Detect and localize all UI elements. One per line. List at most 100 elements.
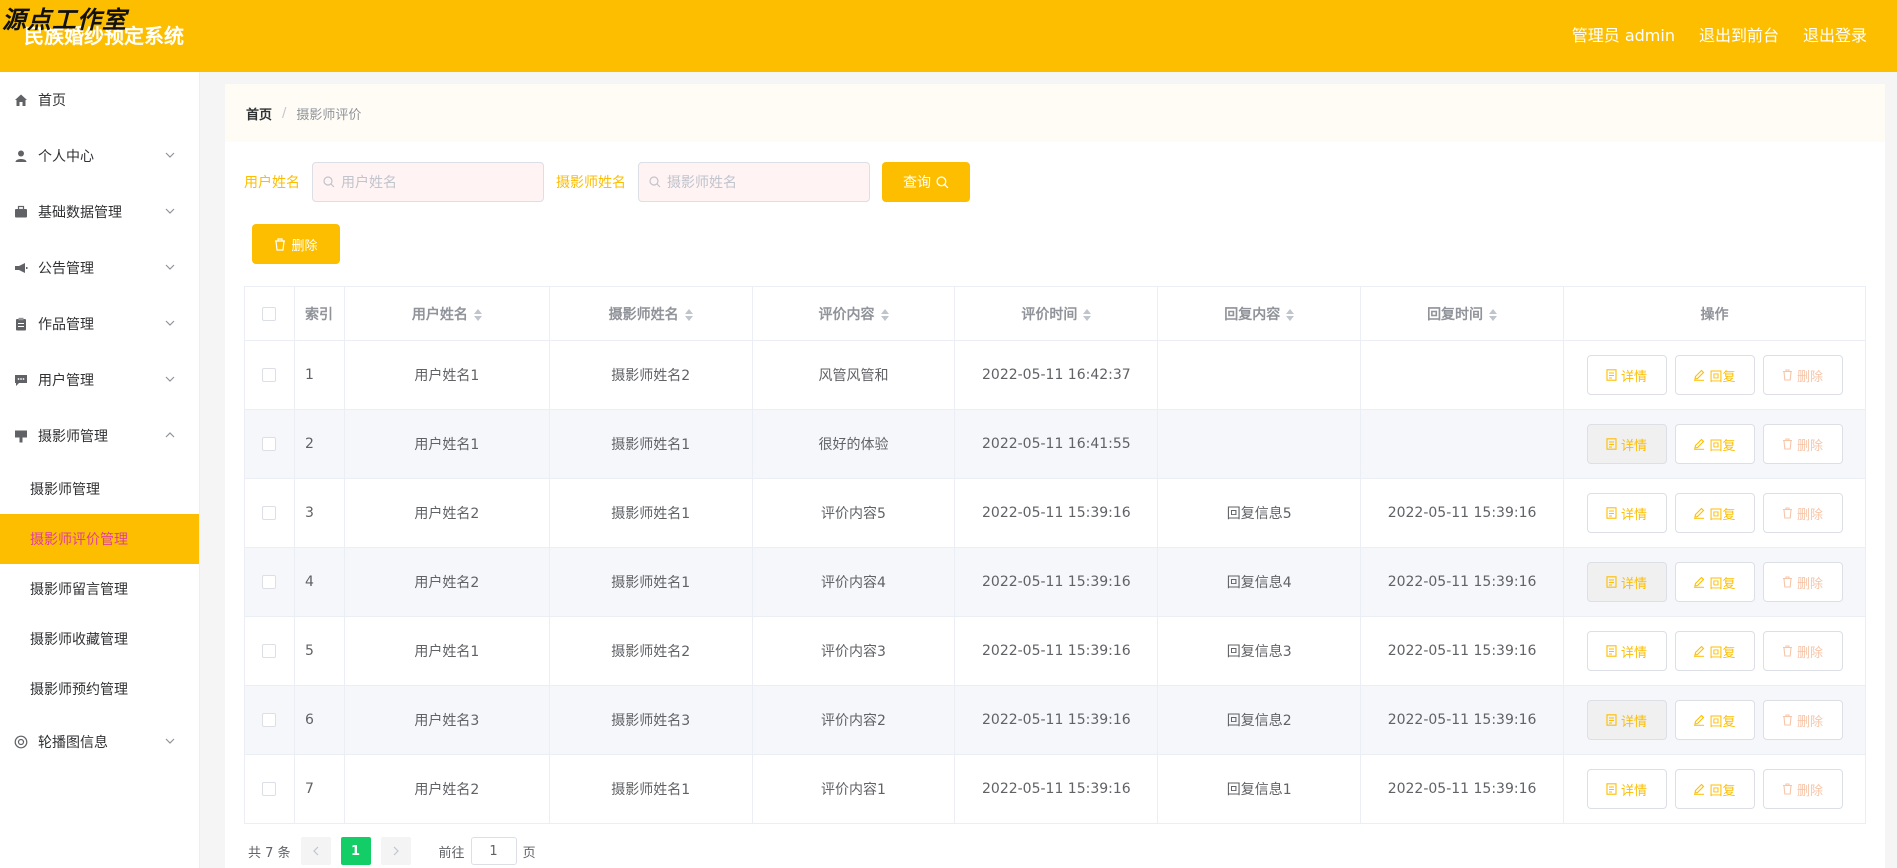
sidebar-item-personal[interactable]: 个人中心 [0, 128, 199, 184]
sort-icon[interactable] [473, 308, 482, 321]
column-header-ops: 操作 [1563, 286, 1866, 341]
clipboard-icon [14, 317, 28, 331]
photographer-name-input[interactable]: 摄影师姓名 [638, 162, 870, 202]
sidebar-item-users[interactable]: 用户管理 [0, 352, 199, 408]
query-button[interactable]: 查询 [882, 162, 970, 202]
reply-button[interactable]: 回复 [1674, 700, 1755, 740]
delete-label: 删除 [1796, 645, 1823, 661]
sidebar-item-photographer[interactable]: 摄影师管理 [0, 408, 199, 464]
detail-button[interactable]: 详情 [1586, 700, 1667, 740]
row-checkbox[interactable] [262, 368, 277, 382]
cell-content: 评价内容5 [751, 478, 956, 548]
column-header-label: 回复内容 [1224, 306, 1281, 323]
row-checkbox[interactable] [262, 575, 277, 589]
carousel-icon [14, 735, 28, 749]
goto-page-input[interactable]: 1 [470, 837, 517, 865]
reply-label: 回复 [1709, 438, 1736, 454]
next-page-button[interactable] [380, 837, 411, 865]
sidebar-item-home[interactable]: 首页 [0, 72, 199, 128]
sidebar-item-carousel[interactable]: 轮播图信息 [0, 714, 199, 770]
row-checkbox[interactable] [262, 713, 277, 727]
submenu-item-photographer-review[interactable]: 摄影师评价管理 [0, 514, 199, 564]
delete-button[interactable]: 删除 [1762, 769, 1843, 809]
admin-label[interactable]: 管理员 admin [1572, 22, 1675, 46]
reply-label: 回复 [1709, 714, 1736, 730]
reply-button[interactable]: 回复 [1674, 631, 1755, 671]
edit-icon [1694, 369, 1705, 381]
document-icon [1606, 369, 1617, 381]
stamp-icon [14, 429, 28, 443]
breadcrumb-separator: / [282, 105, 287, 121]
column-header-content[interactable]: 评价内容 [751, 286, 956, 341]
cell-index: 3 [293, 478, 345, 548]
row-checkbox[interactable] [262, 644, 277, 658]
delete-button[interactable]: 删除 [1762, 355, 1843, 395]
sidebar-item-works[interactable]: 作品管理 [0, 296, 199, 352]
row-checkbox[interactable] [262, 437, 277, 451]
cell-photographer: 摄影师姓名2 [548, 616, 753, 686]
breadcrumb-home[interactable]: 首页 [246, 104, 272, 123]
select-all-checkbox[interactable] [262, 306, 277, 321]
sort-icon[interactable] [880, 308, 889, 321]
cell-photographer: 摄影师姓名1 [548, 478, 753, 548]
column-header-photographer[interactable]: 摄影师姓名 [548, 286, 753, 341]
cell-content: 评价内容4 [751, 547, 956, 617]
reply-button[interactable]: 回复 [1674, 424, 1755, 464]
submenu-item-photographer-manage[interactable]: 摄影师管理 [0, 464, 199, 514]
cell-reply [1157, 340, 1362, 410]
batch-delete-button[interactable]: 删除 [252, 224, 340, 264]
submenu-item-photographer-booking[interactable]: 摄影师预约管理 [0, 664, 199, 714]
cell-time: 2022-05-11 15:39:16 [954, 478, 1159, 548]
column-header-reply-time[interactable]: 回复时间 [1360, 286, 1564, 341]
detail-button[interactable]: 详情 [1586, 355, 1667, 395]
select-all-cell [244, 286, 295, 341]
detail-button[interactable]: 详情 [1586, 562, 1667, 602]
sidebar-item-base-data[interactable]: 基础数据管理 [0, 184, 199, 240]
delete-button[interactable]: 删除 [1762, 424, 1843, 464]
page-number-current[interactable]: 1 [340, 837, 371, 865]
reply-button[interactable]: 回复 [1674, 493, 1755, 533]
cell-ops: 详情 回复 删除 [1563, 340, 1866, 410]
sidebar-item-announcement[interactable]: 公告管理 [0, 240, 199, 296]
trash-icon [1782, 783, 1792, 795]
delete-button[interactable]: 删除 [1762, 493, 1843, 533]
chevron-down-icon [165, 376, 175, 382]
detail-button[interactable]: 详情 [1586, 424, 1667, 464]
row-checkbox[interactable] [262, 782, 277, 796]
detail-button[interactable]: 详情 [1586, 493, 1667, 533]
column-header-user[interactable]: 用户姓名 [343, 286, 550, 341]
sidebar-item-label: 摄影师管理 [38, 429, 108, 445]
submenu-item-photographer-message[interactable]: 摄影师留言管理 [0, 564, 199, 614]
detail-button[interactable]: 详情 [1586, 631, 1667, 671]
row-select-cell [244, 478, 295, 548]
row-checkbox[interactable] [262, 506, 277, 520]
detail-label: 详情 [1620, 714, 1647, 730]
sort-icon[interactable] [1286, 308, 1295, 321]
logout-link[interactable]: 退出登录 [1803, 22, 1867, 46]
exit-to-front-link[interactable]: 退出到前台 [1699, 22, 1779, 46]
reply-button[interactable]: 回复 [1674, 355, 1755, 395]
delete-button[interactable]: 删除 [1762, 562, 1843, 602]
submenu-item-photographer-favorite[interactable]: 摄影师收藏管理 [0, 614, 199, 664]
reply-button[interactable]: 回复 [1674, 562, 1755, 602]
column-header-reply[interactable]: 回复内容 [1157, 286, 1362, 341]
column-header-time[interactable]: 评价时间 [954, 286, 1159, 341]
sort-icon[interactable] [1489, 308, 1498, 321]
delete-button[interactable]: 删除 [1762, 631, 1843, 671]
sidebar-item-label: 轮播图信息 [38, 735, 108, 751]
reply-button[interactable]: 回复 [1674, 769, 1755, 809]
document-icon [1606, 438, 1617, 450]
detail-button[interactable]: 详情 [1586, 769, 1667, 809]
reply-label: 回复 [1709, 369, 1736, 385]
table-row: 7 用户姓名2 摄影师姓名1 评价内容1 2022-05-11 15:39:16 回复信息… [244, 754, 1866, 824]
prev-page-button[interactable] [300, 837, 331, 865]
delete-button[interactable]: 删除 [1762, 700, 1843, 740]
search-icon [323, 176, 335, 188]
user-name-input[interactable]: 用户姓名 [312, 162, 544, 202]
sort-icon[interactable] [1083, 308, 1092, 321]
goto-suffix: 页 [522, 845, 536, 861]
cell-reply-time: 2022-05-11 15:39:16 [1360, 478, 1564, 548]
sort-icon[interactable] [684, 308, 693, 321]
query-button-label: 查询 [903, 175, 931, 191]
breadcrumb-current: 摄影师评价 [296, 107, 362, 123]
